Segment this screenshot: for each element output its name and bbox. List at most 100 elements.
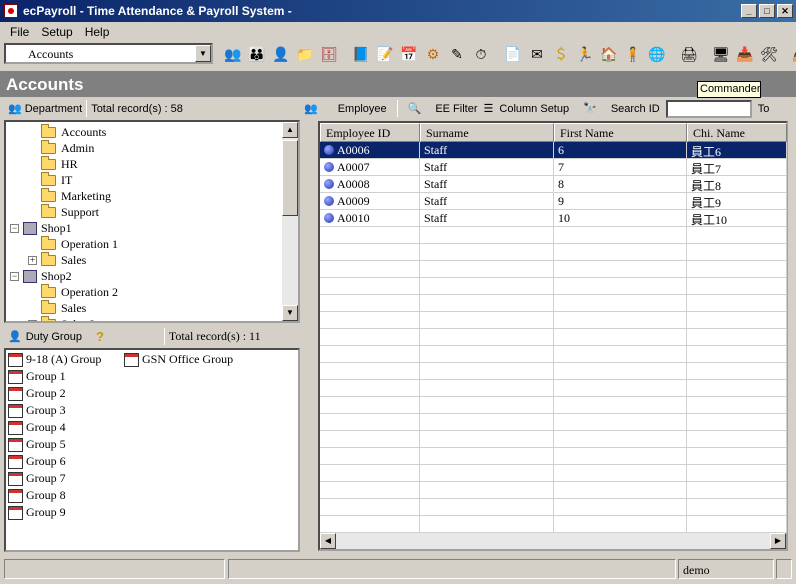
home-icon[interactable]: 🏠 — [598, 43, 620, 65]
tree-scrollbar[interactable]: ▲ ▼ — [282, 122, 298, 321]
table-row[interactable] — [320, 482, 787, 499]
export-icon[interactable]: 📤 — [790, 43, 796, 65]
tree-node[interactable]: HR — [28, 155, 78, 172]
duty-group-item[interactable]: 9-18 (A) Group — [8, 351, 101, 368]
mail-icon[interactable]: ✉ — [526, 43, 548, 65]
duty-group-item[interactable]: Group 4 — [8, 419, 66, 436]
table-row[interactable] — [320, 397, 787, 414]
tree-node[interactable]: + Sales 2 — [28, 315, 95, 321]
monitor-icon[interactable]: 🖥 — [710, 43, 732, 65]
notes-icon[interactable]: 📝 — [374, 43, 396, 65]
expand-icon[interactable]: + — [28, 319, 37, 321]
table-row[interactable] — [320, 363, 787, 380]
tree-node[interactable]: + Sales — [28, 251, 86, 268]
table-row[interactable]: A0010 Staff 10 員工10 — [320, 210, 787, 227]
tree-node[interactable]: IT — [28, 171, 72, 188]
groups-icon[interactable]: 👪 — [246, 43, 268, 65]
module-select[interactable]: Accounts ▼ — [4, 43, 213, 64]
copy-icon[interactable]: 📄 — [502, 43, 524, 65]
table-row[interactable] — [320, 261, 787, 278]
table-row[interactable] — [320, 499, 787, 516]
menu-setup[interactable]: Setup — [35, 25, 78, 39]
duty-group-item[interactable]: Group 3 — [8, 402, 66, 419]
employee-grid[interactable]: Employee ID Surname First Name Chi. Name… — [318, 121, 788, 551]
column-header-first-name[interactable]: First Name — [554, 123, 687, 142]
column-header-surname[interactable]: Surname — [420, 123, 554, 142]
table-row[interactable] — [320, 414, 787, 431]
menu-file[interactable]: File — [4, 25, 35, 39]
duty-group-list[interactable]: 9-18 (A) Group GSN Office Group Group 1 Gro… — [4, 348, 300, 552]
table-row[interactable]: A0007 Staff 7 員工7 — [320, 159, 787, 176]
minimize-button[interactable]: _ — [741, 4, 757, 18]
money-icon[interactable]: ＄ — [550, 43, 572, 65]
department-tree[interactable]: Accounts Admin HR IT Marketing Support − Shop1 O… — [4, 120, 300, 323]
tree-node[interactable]: Operation 2 — [28, 283, 118, 300]
user-globe-icon[interactable]: 🧍 — [622, 43, 644, 65]
table-row[interactable]: A0006 Staff 6 員工6 — [320, 142, 787, 159]
clock-icon[interactable]: ⏱ — [470, 43, 492, 65]
collapse-icon[interactable]: − — [10, 271, 19, 281]
table-row[interactable] — [320, 465, 787, 482]
column-header-employee-id[interactable]: Employee ID — [320, 123, 420, 142]
table-row[interactable] — [320, 516, 787, 533]
collapse-icon[interactable]: − — [10, 223, 19, 233]
duty-group-item[interactable]: Group 5 — [8, 436, 66, 453]
table-row[interactable] — [320, 312, 787, 329]
scroll-down-icon[interactable]: ▼ — [282, 305, 298, 321]
expand-icon[interactable]: + — [28, 255, 37, 265]
tree-node[interactable]: − Shop1 — [10, 220, 72, 236]
tree-node[interactable]: Accounts — [28, 123, 106, 140]
pen-icon[interactable]: ✎ — [446, 43, 468, 65]
close-button[interactable]: ✕ — [777, 4, 793, 18]
tree-node[interactable]: Sales — [28, 299, 86, 316]
table-row[interactable] — [320, 295, 787, 312]
scroll-right-icon[interactable]: ▶ — [770, 533, 786, 549]
person-icon[interactable]: 👤 — [270, 43, 292, 65]
tree-node[interactable]: − Shop2 — [10, 268, 72, 284]
table-row[interactable] — [320, 244, 787, 261]
table-row[interactable] — [320, 278, 787, 295]
duty-group-item[interactable]: Group 1 — [8, 368, 66, 385]
maximize-button[interactable]: □ — [759, 4, 775, 18]
duty-group-item[interactable]: Group 6 — [8, 453, 66, 470]
duty-group-item[interactable]: Group 7 — [8, 470, 66, 487]
duty-group-item[interactable]: GSN Office Group — [124, 351, 233, 368]
grid-hscrollbar[interactable]: ◀ ▶ — [320, 533, 786, 549]
column-header-chi-name[interactable]: Chi. Name — [687, 123, 787, 142]
folder-icon[interactable]: 📁 — [294, 43, 316, 65]
scroll-up-icon[interactable]: ▲ — [282, 122, 298, 138]
duty-group-item[interactable]: Group 2 — [8, 385, 66, 402]
filter-search-icon[interactable]: 🔍 — [408, 102, 422, 115]
table-row[interactable] — [320, 431, 787, 448]
duty-group-item[interactable]: Group 8 — [8, 487, 66, 504]
tree-node[interactable]: Marketing — [28, 187, 111, 204]
binoculars-icon[interactable]: 🔭 — [583, 102, 597, 115]
cabinet-icon[interactable]: 🗄 — [318, 43, 340, 65]
table-row[interactable] — [320, 380, 787, 397]
calendar-icon[interactable]: 📅 — [398, 43, 420, 65]
table-row[interactable]: A0008 Staff 8 員工8 — [320, 176, 787, 193]
printer-icon[interactable]: 🖨 — [678, 43, 700, 65]
menu-help[interactable]: Help — [79, 25, 116, 39]
tree-node[interactable]: Admin — [28, 139, 94, 156]
ee-filter-button[interactable]: EE Filter — [435, 103, 477, 115]
table-row[interactable] — [320, 346, 787, 363]
column-setup-button[interactable]: Column Setup — [499, 103, 569, 115]
tree-node[interactable]: Support — [28, 203, 99, 220]
table-row[interactable] — [320, 329, 787, 346]
import-icon[interactable]: 📥 — [734, 43, 756, 65]
scroll-left-icon[interactable]: ◀ — [320, 533, 336, 549]
tree-scroll-thumb[interactable] — [282, 140, 298, 216]
chevron-down-icon[interactable]: ▼ — [195, 45, 211, 62]
globe-icon[interactable]: 🌐 — [646, 43, 668, 65]
tools-icon[interactable]: 🛠 — [758, 43, 780, 65]
table-row[interactable]: A0009 Staff 9 員工9 — [320, 193, 787, 210]
gear-icon[interactable]: ⚙ — [422, 43, 444, 65]
duty-group-item[interactable]: Group 9 — [8, 504, 66, 521]
tree-node[interactable]: Operation 1 — [28, 235, 118, 252]
help-icon[interactable]: ? — [96, 329, 104, 344]
book-icon[interactable]: 📘 — [350, 43, 372, 65]
table-row[interactable] — [320, 227, 787, 244]
search-id-input[interactable] — [665, 99, 752, 118]
table-row[interactable] — [320, 448, 787, 465]
